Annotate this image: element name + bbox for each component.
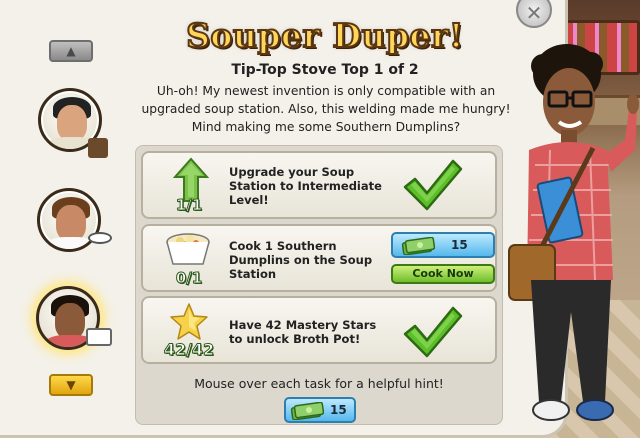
dialog-title: Souper Duper! [185, 15, 464, 56]
cook-now-button[interactable]: Cook Now [391, 264, 495, 284]
dumplins-bowl-icon [86, 328, 112, 346]
dumplins-bowl-icon [166, 233, 210, 265]
cash-icon [401, 237, 435, 255]
task-progress: 42/42 [163, 340, 215, 360]
task-description: Upgrade your Soup Station to Intermediat… [229, 165, 382, 207]
cash-cost: 15 [330, 403, 347, 417]
triangle-down-icon: ▼ [66, 378, 76, 392]
dialog-subtitle: Tip-Top Stove Top 1 of 2 [231, 62, 419, 78]
hint-text: Mouse over each task for a helpful hint! [194, 376, 444, 391]
task-description: Have 42 Mastery Stars to unlock Broth Po… [229, 318, 377, 346]
skip-task-cash-button[interactable]: 15 [391, 232, 495, 258]
checkmark-icon [403, 306, 463, 358]
skip-goal-cash-button[interactable]: 15 [284, 397, 356, 423]
task-progress: 1/1 [175, 196, 203, 215]
checkmark-icon [403, 159, 463, 211]
mastery-star-icon [170, 303, 208, 340]
task-row[interactable]: 42/42 Have 42 Mastery Stars to unlock Br… [141, 296, 497, 364]
scroll-up-button[interactable]: ▲ [49, 40, 93, 62]
task-description: Cook 1 Southern Dumplins on the Soup Sta… [229, 239, 373, 281]
cake-icon [88, 138, 108, 158]
task-row[interactable]: 0/1 Cook 1 Southern Dumplins on the Soup… [141, 224, 497, 292]
inventor-character [508, 44, 639, 421]
dialog-description: Uh-oh! My newest invention is only compa… [141, 84, 511, 134]
salad-plate-icon [88, 232, 112, 244]
cash-cost: 15 [451, 238, 468, 252]
close-icon: ✕ [525, 1, 543, 25]
cash-icon [290, 402, 324, 420]
goal-dialog: ▲ ▼ Souper Duper! Tip-Top Stove Top 1 of… [0, 0, 568, 438]
scroll-down-button[interactable]: ▼ [49, 374, 93, 396]
task-progress: 0/1 [175, 269, 203, 288]
triangle-up-icon: ▲ [66, 44, 76, 58]
task-row[interactable]: 1/1 Upgrade your Soup Station to Interme… [141, 151, 497, 219]
character-list: ▲ ▼ [0, 0, 135, 438]
